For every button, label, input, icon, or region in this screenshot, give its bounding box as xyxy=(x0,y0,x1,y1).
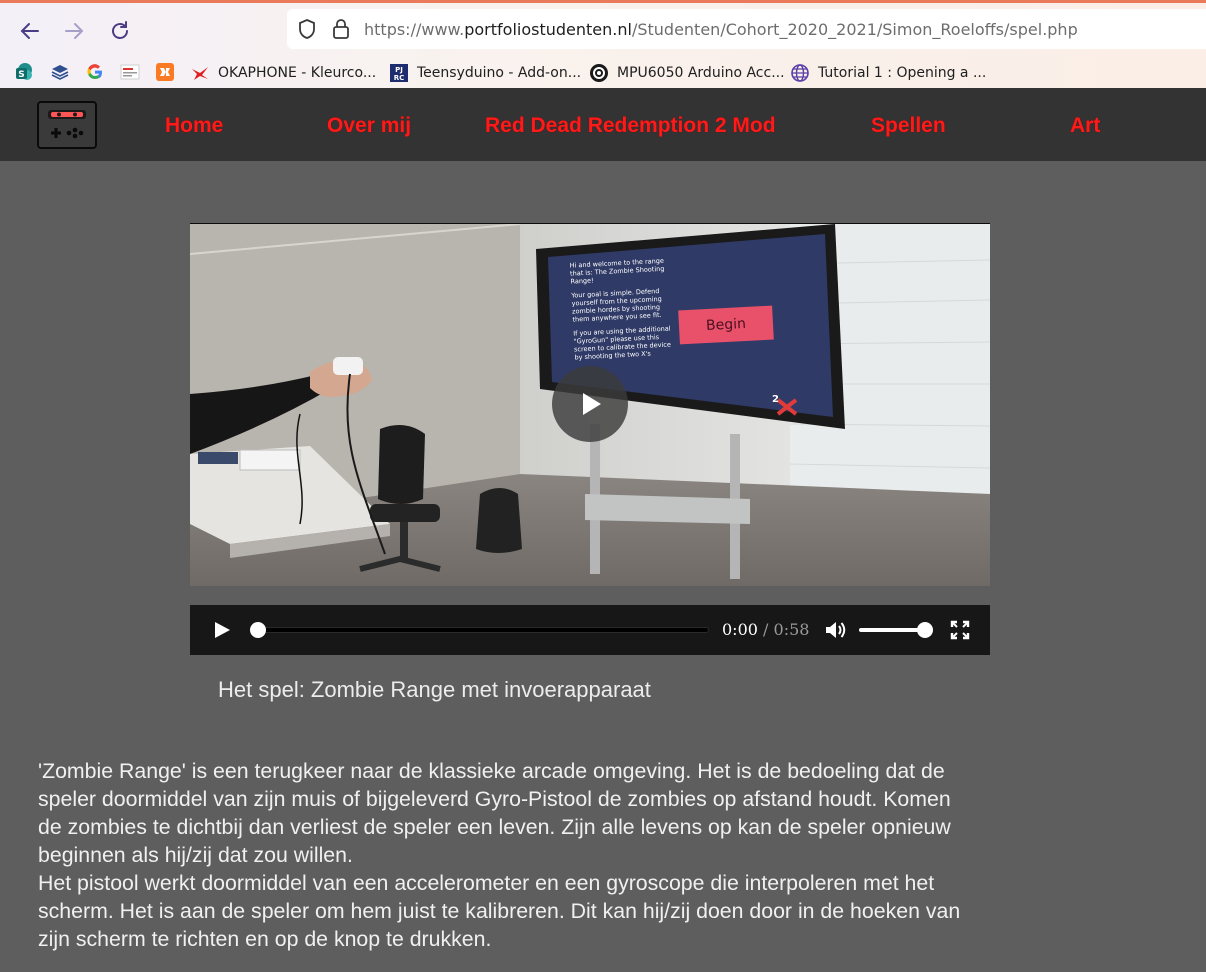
duration: 0:58 xyxy=(773,620,810,639)
bookmark-teensyduino[interactable]: PJ RC Teensyduino - Add-on... xyxy=(389,62,581,84)
play-icon xyxy=(583,393,601,415)
bookmark-mpu6050[interactable]: MPU6050 Arduino Acc... xyxy=(589,62,785,84)
tv-screen-text: Hi and welcome to the range that is: The… xyxy=(569,256,674,362)
url-domain: portfoliostudenten.nl xyxy=(464,20,632,39)
shield-icon[interactable] xyxy=(297,18,317,45)
tv-begin-button: Begin xyxy=(678,305,774,345)
volume-slider[interactable] xyxy=(859,628,925,632)
fullscreen-icon[interactable] xyxy=(950,620,970,645)
current-time: 0:00 xyxy=(722,620,758,639)
globe-icon xyxy=(790,63,810,83)
mpu-icon xyxy=(589,63,609,83)
url-prefix: https://www. xyxy=(364,20,465,39)
nav-home[interactable]: Home xyxy=(165,114,223,138)
description-paragraph-1: 'Zombie Range' is een terugkeer naar de … xyxy=(38,759,951,867)
google-icon[interactable] xyxy=(85,62,105,82)
gamepad-logo-icon[interactable] xyxy=(37,101,97,149)
video-play-overlay-button[interactable] xyxy=(552,366,628,442)
game-description: 'Zombie Range' is een terugkeer naar de … xyxy=(38,757,978,953)
tv-begin-label: Begin xyxy=(705,315,747,335)
forward-icon[interactable] xyxy=(58,15,90,47)
svg-text:RC: RC xyxy=(394,74,405,82)
volume-thumb[interactable] xyxy=(917,622,933,638)
svg-text:S: S xyxy=(18,70,24,80)
play-button[interactable] xyxy=(212,620,232,645)
tv-text-welcome: Hi and welcome to the range that is: The… xyxy=(569,256,665,286)
tv-text-goal: Your goal is simple. Defend yourself fro… xyxy=(571,287,663,324)
svg-text:PJ: PJ xyxy=(395,66,403,74)
reload-icon[interactable] xyxy=(104,15,136,47)
play-icon xyxy=(215,622,230,638)
bookmark-label: Tutorial 1 : Opening a ... xyxy=(818,65,987,81)
bookmarks-bar: S OKAPHONE - Kleurco... PJ RC Teensyduino… xyxy=(0,58,1206,88)
seek-thumb[interactable] xyxy=(250,622,266,638)
bookmark-label: MPU6050 Arduino Acc... xyxy=(617,65,785,81)
xampp-icon[interactable] xyxy=(155,62,175,82)
okaphone-icon xyxy=(190,63,210,83)
url-text[interactable]: https://www.portfoliostudenten.nl/Studen… xyxy=(364,20,1078,39)
bookmark-okaphone[interactable]: OKAPHONE - Kleurco... xyxy=(190,62,376,84)
nav-rdr2-mod[interactable]: Red Dead Redemption 2 Mod xyxy=(485,114,776,138)
svg-text:2: 2 xyxy=(772,394,779,405)
description-paragraph-2: Het pistool werkt doormiddel van een acc… xyxy=(38,871,961,951)
video-caption: Het spel: Zombie Range met invoerapparaa… xyxy=(218,677,651,702)
nav-over-mij[interactable]: Over mij xyxy=(327,114,411,138)
url-path: /Studenten/Cohort_2020_2021/Simon_Roelof… xyxy=(631,20,1078,39)
nav-art[interactable]: Art xyxy=(1070,114,1100,138)
address-bar[interactable]: https://www.portfoliostudenten.nl/Studen… xyxy=(287,9,1206,49)
sharepoint-icon[interactable]: S xyxy=(14,62,34,82)
video-controls: 0:00 / 0:58 xyxy=(190,605,990,655)
site-icon[interactable] xyxy=(120,62,140,82)
tv-text-gyrogun: If you are using the additional "GyroGun… xyxy=(573,324,672,362)
time-separator: / xyxy=(763,620,769,639)
layers-icon[interactable] xyxy=(50,62,70,82)
volume-icon[interactable] xyxy=(824,619,846,646)
pjrc-icon: PJ RC xyxy=(389,63,409,83)
lock-icon[interactable] xyxy=(331,18,351,45)
site-navbar: Home Over mij Red Dead Redemption 2 Mod … xyxy=(0,88,1206,161)
back-icon[interactable] xyxy=(14,15,46,47)
seek-bar[interactable] xyxy=(256,628,708,632)
browser-toolbar: https://www.portfoliostudenten.nl/Studen… xyxy=(0,0,1206,88)
bookmark-tutorial[interactable]: Tutorial 1 : Opening a ... xyxy=(790,62,986,84)
bookmark-label: Teensyduino - Add-on... xyxy=(417,65,582,81)
nav-spellen[interactable]: Spellen xyxy=(871,114,946,138)
time-display: 0:00 / 0:58 xyxy=(722,620,809,639)
bookmark-label: OKAPHONE - Kleurco... xyxy=(218,65,377,81)
